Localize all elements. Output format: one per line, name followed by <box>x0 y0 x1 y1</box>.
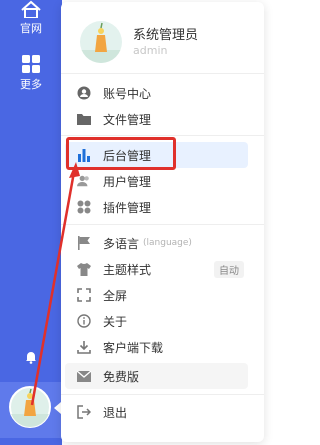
annotation-arrow <box>30 162 80 406</box>
